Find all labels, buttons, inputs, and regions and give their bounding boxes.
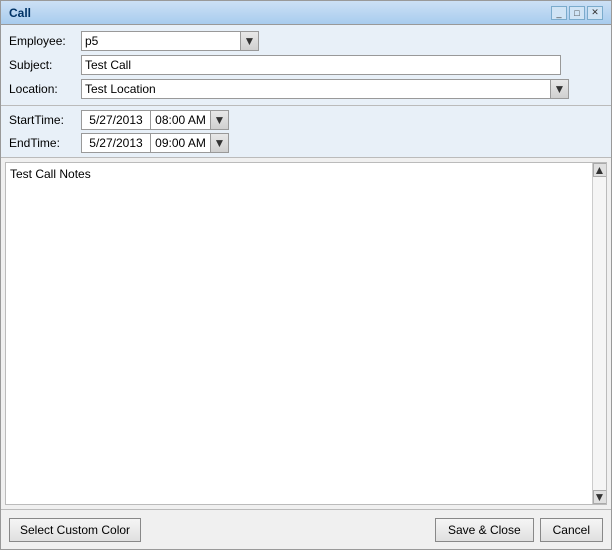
datetime-area: StartTime: ▼ EndTime: ▼ <box>1 106 611 158</box>
form-area: Employee: ▼ Subject: Location: ▼ <box>1 25 611 106</box>
notes-textarea[interactable] <box>6 163 606 504</box>
end-dropdown-arrow-icon: ▼ <box>214 136 226 150</box>
select-custom-color-button[interactable]: Select Custom Color <box>9 518 141 542</box>
scroll-up-button[interactable]: ▲ <box>593 163 607 177</box>
location-label: Location: <box>9 82 81 96</box>
starttime-row: StartTime: ▼ <box>9 110 603 130</box>
endtime-label: EndTime: <box>9 136 81 150</box>
location-dropdown-button[interactable]: ▼ <box>551 79 569 99</box>
start-dropdown-arrow-icon: ▼ <box>214 113 226 127</box>
scroll-down-icon: ▼ <box>594 490 606 504</box>
location-field-container: ▼ <box>81 79 569 99</box>
footer-left: Select Custom Color <box>9 518 141 542</box>
maximize-button[interactable]: □ <box>569 6 585 20</box>
endtime-row: EndTime: ▼ <box>9 133 603 153</box>
start-date-input[interactable] <box>81 110 151 130</box>
footer: Select Custom Color Save & Close Cancel <box>1 509 611 549</box>
subject-label: Subject: <box>9 58 81 72</box>
title-bar-left: Call <box>9 6 31 20</box>
employee-label: Employee: <box>9 34 81 48</box>
footer-right: Save & Close Cancel <box>435 518 603 542</box>
employee-row: Employee: ▼ <box>9 31 603 51</box>
starttime-container: ▼ <box>81 110 229 130</box>
title-bar-buttons: _ □ ✕ <box>551 6 603 20</box>
dropdown-arrow-icon: ▼ <box>244 34 256 48</box>
save-close-button[interactable]: Save & Close <box>435 518 534 542</box>
scroll-down-button[interactable]: ▼ <box>593 490 607 504</box>
start-time-dropdown-button[interactable]: ▼ <box>211 110 229 130</box>
notes-area: ▲ ▼ <box>5 162 607 505</box>
end-time-dropdown-button[interactable]: ▼ <box>211 133 229 153</box>
end-date-input[interactable] <box>81 133 151 153</box>
cancel-button[interactable]: Cancel <box>540 518 603 542</box>
start-time-input[interactable] <box>151 110 211 130</box>
close-button[interactable]: ✕ <box>587 6 603 20</box>
vertical-scrollbar: ▲ ▼ <box>592 163 606 504</box>
endtime-container: ▼ <box>81 133 229 153</box>
starttime-label: StartTime: <box>9 113 81 127</box>
location-dropdown-arrow-icon: ▼ <box>554 82 566 96</box>
minimize-button[interactable]: _ <box>551 6 567 20</box>
end-time-input[interactable] <box>151 133 211 153</box>
location-input[interactable] <box>81 79 551 99</box>
employee-input[interactable] <box>81 31 241 51</box>
title-bar: Call _ □ ✕ <box>1 1 611 25</box>
subject-row: Subject: <box>9 55 603 75</box>
call-window: Call _ □ ✕ Employee: ▼ Subject: Locati <box>0 0 612 550</box>
scroll-track[interactable] <box>593 177 606 490</box>
scroll-up-icon: ▲ <box>594 163 606 177</box>
employee-dropdown-button[interactable]: ▼ <box>241 31 259 51</box>
employee-field-container: ▼ <box>81 31 259 51</box>
location-row: Location: ▼ <box>9 79 603 99</box>
window-title: Call <box>9 6 31 20</box>
subject-input[interactable] <box>81 55 561 75</box>
